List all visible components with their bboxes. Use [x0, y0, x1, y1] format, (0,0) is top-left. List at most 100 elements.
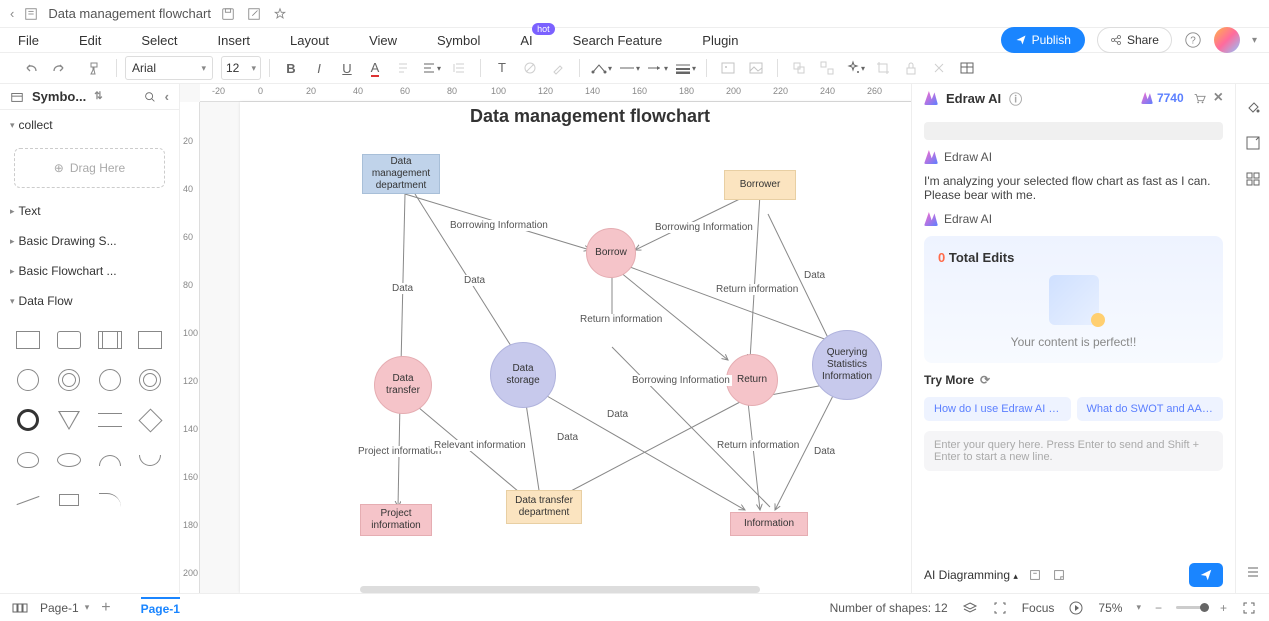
ungroup-icon[interactable]: [814, 55, 840, 81]
category-collect[interactable]: ▾collect: [0, 110, 179, 140]
fill-bucket-icon[interactable]: [1244, 98, 1262, 116]
zoom-out-icon[interactable]: −: [1155, 601, 1162, 615]
shape-cloud[interactable]: [10, 442, 46, 478]
align-icon[interactable]: ▾: [418, 55, 444, 81]
node-transfer[interactable]: Data transfer: [374, 356, 432, 414]
font-size-select[interactable]: 12▾: [221, 56, 261, 80]
page-tab-active[interactable]: Page-1: [141, 597, 180, 616]
node-project-info[interactable]: Project information: [360, 504, 432, 536]
shape-diamond[interactable]: [132, 402, 168, 438]
shape-line[interactable]: [10, 482, 46, 518]
info-icon[interactable]: ⓘ: [1009, 89, 1022, 108]
insert-image2-icon[interactable]: [743, 55, 769, 81]
shape-rect-sm[interactable]: [51, 482, 87, 518]
help-icon[interactable]: ?: [1184, 31, 1202, 49]
fill-icon[interactable]: [517, 55, 543, 81]
drag-drop-zone[interactable]: ⊕Drag Here: [14, 148, 165, 188]
star-icon[interactable]: [273, 7, 287, 21]
category-basic-flowchart[interactable]: ▸Basic Flowchart ...: [0, 256, 179, 286]
font-family-select[interactable]: Arial▾: [125, 56, 213, 80]
bold-icon[interactable]: B: [278, 55, 304, 81]
menu-layout[interactable]: Layout: [290, 33, 329, 48]
shape-rect2[interactable]: [132, 322, 168, 358]
menu-edit[interactable]: Edit: [79, 33, 101, 48]
line-weight-icon[interactable]: ▾: [672, 55, 698, 81]
send-button[interactable]: [1189, 563, 1223, 587]
shape-lines[interactable]: [92, 402, 128, 438]
insert-image-icon[interactable]: [715, 55, 741, 81]
suggestion-chip-2[interactable]: What do SWOT and AAR...: [1077, 397, 1224, 421]
expand-icon[interactable]: ⇅: [94, 91, 102, 102]
group-icon[interactable]: [786, 55, 812, 81]
shape-circle2[interactable]: [92, 362, 128, 398]
zoom-level[interactable]: 75%: [1098, 601, 1122, 615]
ai-query-input[interactable]: Enter your query here. Press Enter to se…: [924, 431, 1223, 471]
refresh-icon[interactable]: ⟳: [980, 373, 990, 387]
crop-icon[interactable]: [870, 55, 896, 81]
layers-icon[interactable]: [962, 600, 978, 616]
shape-rect-round[interactable]: [51, 322, 87, 358]
collapse-icon[interactable]: ‹: [165, 89, 169, 104]
close-icon[interactable]: ×: [1214, 89, 1223, 107]
menu-insert[interactable]: Insert: [218, 33, 251, 48]
shape-rect-dbl[interactable]: [92, 322, 128, 358]
chevron-down-icon[interactable]: ▾: [1252, 35, 1257, 46]
category-basic-drawing[interactable]: ▸Basic Drawing S...: [0, 226, 179, 256]
fullscreen-icon[interactable]: [1241, 600, 1257, 616]
save-icon[interactable]: [221, 7, 235, 21]
underline-icon[interactable]: U: [334, 55, 360, 81]
focus-frame-icon[interactable]: [992, 600, 1008, 616]
search-icon[interactable]: [143, 90, 157, 104]
shape-arc-r[interactable]: [132, 442, 168, 478]
text-direction-icon[interactable]: [390, 55, 416, 81]
edit-icon[interactable]: [247, 7, 261, 21]
list-icon[interactable]: [1244, 563, 1262, 581]
shape-arc[interactable]: [92, 442, 128, 478]
tools-icon[interactable]: [926, 55, 952, 81]
ai-credits[interactable]: 7740: [1141, 91, 1184, 105]
line-style-icon[interactable]: ▾: [616, 55, 642, 81]
user-avatar[interactable]: [1214, 27, 1240, 53]
add-page-icon[interactable]: +: [101, 599, 110, 617]
node-borrower[interactable]: Borrower: [724, 170, 796, 200]
menu-symbol[interactable]: Symbol: [437, 33, 480, 48]
play-icon[interactable]: [1068, 600, 1084, 616]
shape-circle[interactable]: [10, 362, 46, 398]
category-text[interactable]: ▸Text: [0, 196, 179, 226]
shape-curve[interactable]: [92, 482, 128, 518]
menu-file[interactable]: File: [18, 33, 39, 48]
line-spacing-icon[interactable]: [446, 55, 472, 81]
node-borrow[interactable]: Borrow: [586, 228, 636, 278]
italic-icon[interactable]: I: [306, 55, 332, 81]
menu-select[interactable]: Select: [141, 33, 177, 48]
undo-icon[interactable]: [18, 55, 44, 81]
suggestion-chip-1[interactable]: How do I use Edraw AI fo...: [924, 397, 1071, 421]
pages-icon[interactable]: [12, 601, 28, 615]
lock-icon[interactable]: [898, 55, 924, 81]
grid-icon[interactable]: [1244, 170, 1262, 188]
node-return[interactable]: Return: [726, 354, 778, 406]
arrow-style-icon[interactable]: ▾: [644, 55, 670, 81]
effects-icon[interactable]: ▾: [842, 55, 868, 81]
node-query[interactable]: Querying Statistics Information: [812, 330, 882, 400]
node-information[interactable]: Information: [730, 512, 808, 536]
canvas[interactable]: Data management flowchart: [240, 102, 911, 593]
menu-ai[interactable]: AIhot: [520, 33, 532, 48]
node-storage[interactable]: Data storage: [490, 342, 556, 408]
menu-plugin[interactable]: Plugin: [702, 33, 738, 48]
export-icon[interactable]: [1244, 134, 1262, 152]
note-icon[interactable]: [1052, 568, 1066, 582]
redo-icon[interactable]: [46, 55, 72, 81]
ai-mode-select[interactable]: AI Diagramming ▴: [924, 568, 1018, 582]
attach-icon[interactable]: [1028, 568, 1042, 582]
cart-icon[interactable]: [1192, 91, 1206, 105]
menu-search-feature[interactable]: Search Feature: [573, 33, 663, 48]
back-icon[interactable]: ‹: [10, 6, 14, 21]
zoom-in-icon[interactable]: +: [1220, 601, 1227, 615]
shape-ellipse[interactable]: [51, 442, 87, 478]
horizontal-scrollbar[interactable]: [360, 586, 760, 593]
node-dept[interactable]: Data management department: [362, 154, 440, 194]
shape-triangle[interactable]: [51, 402, 87, 438]
menu-view[interactable]: View: [369, 33, 397, 48]
shape-circle-bold[interactable]: [10, 402, 46, 438]
